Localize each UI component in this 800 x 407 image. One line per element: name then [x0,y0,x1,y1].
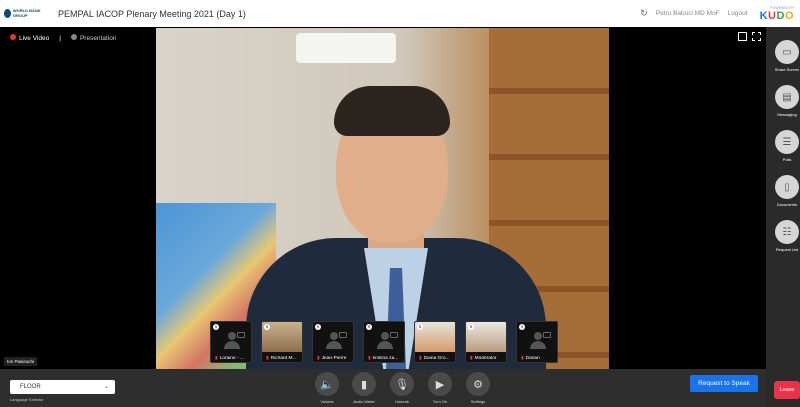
polls-icon: ☰ [775,130,799,154]
documents-button[interactable]: ▯ Documents [775,175,799,207]
mic-muted-icon: ▮ [266,356,269,361]
request-list-button[interactable]: ☷ Request List [775,220,799,252]
video-camera-icon: ▶ [428,372,452,396]
mic-muted-icon: ▮ [215,356,218,361]
kudo-wordmark: KUDO [759,9,794,22]
user-name: Petru Babuci MD MoF [655,10,720,17]
right-sidebar [766,27,800,407]
audio-meter-button[interactable]: ▮ Audio Meter [351,372,377,404]
logout-link[interactable]: Logout [728,10,748,17]
participant-tile[interactable]: S ▮ Moderator [465,321,507,363]
status-badge: S [213,324,219,330]
request-to-speak-button[interactable]: Request to Speak [690,375,758,392]
turn-on-label: Turn On [432,399,448,404]
chat-bubble-icon [237,332,245,338]
speaker-icon: 🔈 [315,372,339,396]
microphone-icon: 🎙 [390,372,414,396]
chevron-down-icon: ⌄ [103,384,109,390]
globe-icon [4,9,11,18]
unmute-button[interactable]: 🎙 Unmute [389,372,415,404]
refresh-icon[interactable]: ↻ [640,8,648,19]
mic-muted-icon: ▮ [419,356,422,361]
chat-bubble-icon [543,332,551,338]
status-badge: S [264,324,270,330]
unmute-label: Unmute [394,399,409,404]
main-speaker-video [156,28,609,369]
participant-tile[interactable]: S ▮ Darian [516,321,558,363]
share-screen-button[interactable]: ▭ Share Screen [775,40,799,72]
leave-button[interactable]: Leave [774,381,800,399]
request-list-label: Request List [775,247,799,252]
presentation-dot-icon [70,34,77,40]
language-select[interactable]: FLOOR ⌄ [10,380,115,394]
settings-label: Settings [470,399,486,404]
status-badge: S [519,324,525,330]
participant-strip: S ▮ Loraine - ... S ▮ Richard M... S ▮ Jean… [210,321,558,363]
share-screen-icon: ▭ [775,40,799,64]
fullscreen-icon[interactable] [752,32,761,41]
meeting-title: PEMPAL IACOP Plenary Meeting 2021 (Day 1… [58,8,246,19]
polls-button[interactable]: ☰ Polls [775,130,799,162]
participant-name: Diana Gro... [423,356,450,361]
participant-tile[interactable]: S ▮ Diana Gro... [414,321,456,363]
participant-name: kristina za... [372,356,399,361]
messaging-button[interactable]: ▤ Messaging [775,85,799,117]
speaker-hair [334,86,450,136]
participant-name: Jean-Pierre [321,356,347,361]
mic-muted-icon: ▮ [521,356,524,361]
gear-icon: ⚙ [466,372,490,396]
documents-label: Documents [776,202,798,207]
message-icon: ▤ [775,85,799,109]
camera-button[interactable]: ▶ Turn On [427,372,453,404]
volume-button[interactable]: 🔈 Volume [314,372,340,404]
mic-muted-icon: ▮ [470,356,473,361]
language-selected-value: FLOOR [20,384,41,390]
world-bank-logo: WORLD BANK GROUP [4,5,46,23]
presentation-tab[interactable]: Presentation [70,34,117,42]
ceiling-light [296,33,396,63]
settings-button[interactable]: ⚙ Settings [465,372,491,404]
status-badge: S [417,324,423,330]
status-badge: S [468,324,474,330]
view-mode-bar: Live Video | Presentation [10,34,116,42]
presentation-label: Presentation [79,35,117,42]
participant-name: Loraine - ... [219,356,244,361]
participant-tile[interactable]: S ▮ Jean-Pierre [312,321,354,363]
mode-divider: | [59,34,61,42]
chat-bubble-icon [390,332,398,338]
live-video-tab[interactable]: Live Video [10,34,49,42]
status-badge: S [315,324,321,330]
kudo-logo: POWERED BY KUDO [760,6,794,22]
participant-name: Moderator [474,356,497,361]
grid-view-icon[interactable] [738,32,747,41]
participant-tile[interactable]: S ▮ Loraine - ... [210,321,252,363]
messaging-label: Messaging [777,112,797,117]
language-selector-label: Language Selector [10,397,44,402]
document-icon: ▯ [775,175,799,199]
chat-bubble-icon [339,332,347,338]
live-video-label: Live Video [19,35,50,42]
logo-text: WORLD BANK GROUP [12,8,41,18]
volume-label: Volume [320,399,334,404]
participant-tile[interactable]: S ▮ kristina za... [363,321,405,363]
participant-tile[interactable]: S ▮ Richard M... [261,321,303,363]
polls-label: Polls [782,157,792,162]
live-dot-icon [10,34,16,40]
participant-name: Darian [525,356,540,361]
mic-muted-icon: ▮ [317,356,320,361]
participant-name: Richard M... [270,356,297,361]
audio-meter-label: Audio Meter [353,399,375,404]
layout-controls [738,32,761,41]
audio-meter-icon: ▮ [352,372,376,396]
mic-muted-icon: ▮ [368,356,371,361]
speaker-caption: Ion Pasieuchi [4,357,38,366]
top-bar: WORLD BANK GROUP PEMPAL IACOP Plenary Me… [0,0,800,27]
status-badge: S [366,324,372,330]
request-list-icon: ☷ [775,220,799,244]
share-screen-label: Share Screen [774,67,800,72]
